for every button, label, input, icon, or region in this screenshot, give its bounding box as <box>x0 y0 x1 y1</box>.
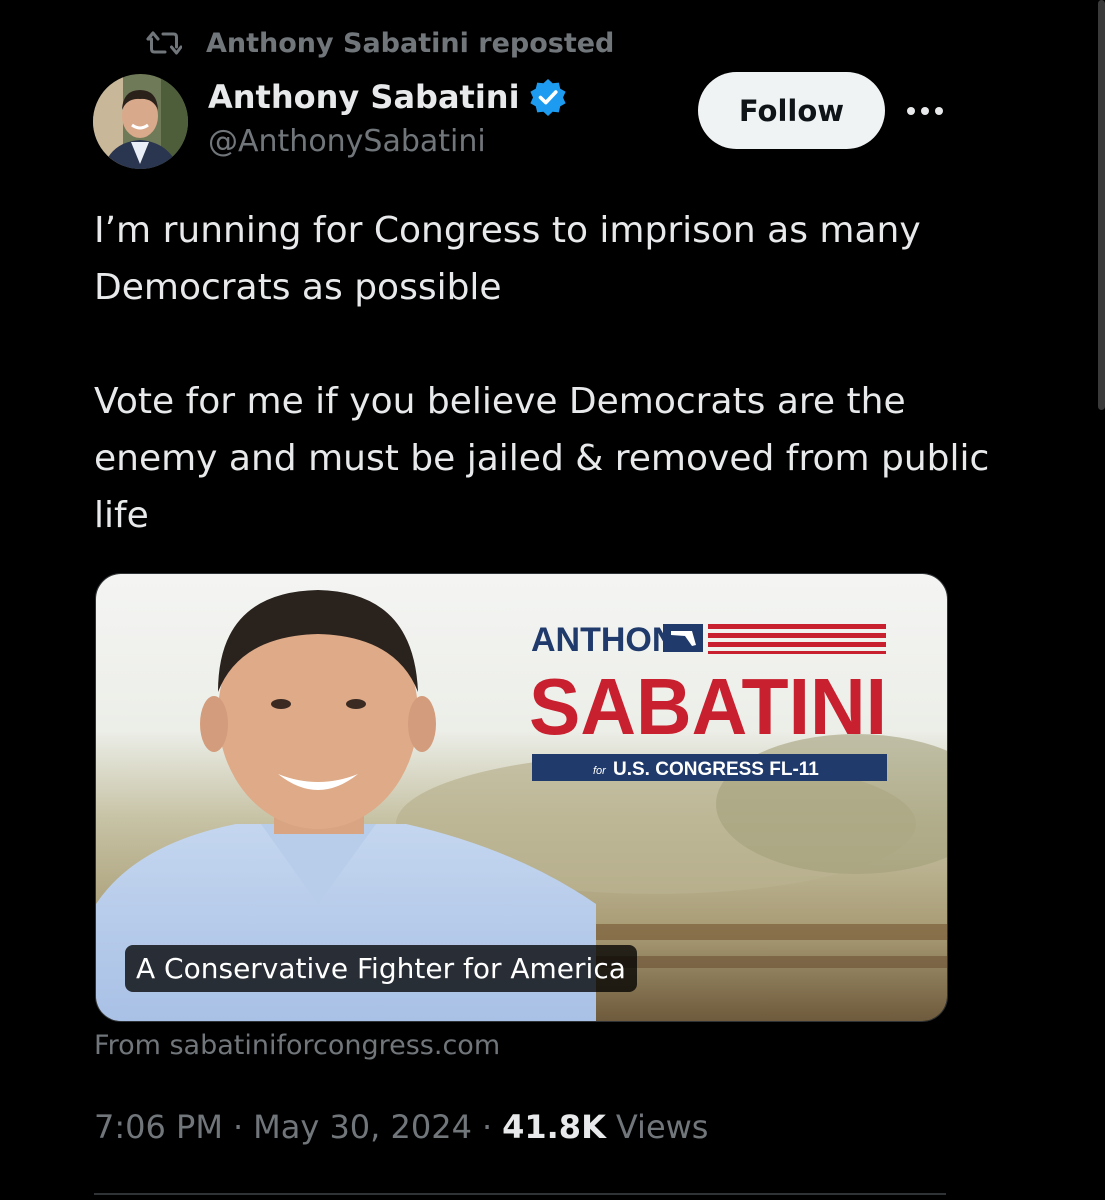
link-card[interactable]: ANTHONY SABATINI for U.S. CONGRESS FL-11… <box>95 573 948 1022</box>
views-count[interactable]: 41.8K <box>502 1108 606 1146</box>
tweet-time[interactable]: 7:06 PM <box>94 1108 223 1146</box>
tweet-paragraph-1: I’m running for Congress to imprison as … <box>94 210 921 308</box>
logo-office: U.S. CONGRESS FL-11 <box>613 759 819 780</box>
divider <box>94 1193 946 1195</box>
meta-separator: · <box>481 1108 493 1146</box>
tweet-body: I’m running for Congress to imprison as … <box>94 202 994 544</box>
scrollbar[interactable] <box>1098 0 1105 410</box>
repost-icon <box>146 28 184 58</box>
verified-badge-icon[interactable] <box>528 77 568 117</box>
repost-indicator[interactable]: Anthony Sabatini reposted <box>146 24 614 62</box>
tweet-meta: 7:06 PM · May 30, 2024 · 41.8K Views <box>94 1108 708 1146</box>
display-name[interactable]: Anthony Sabatini <box>208 78 520 116</box>
tweet-paragraph-2: Vote for me if you believe Democrats are… <box>94 381 990 536</box>
tweet-date[interactable]: May 30, 2024 <box>253 1108 472 1146</box>
logo-last-name: SABATINI <box>529 662 887 751</box>
follow-button[interactable]: Follow <box>698 72 885 149</box>
link-card-source[interactable]: From sabatiniforcongress.com <box>94 1030 500 1061</box>
avatar[interactable] <box>93 74 188 169</box>
author-info[interactable]: Anthony Sabatini @AnthonySabatini <box>208 74 568 159</box>
user-handle[interactable]: @AnthonySabatini <box>208 124 568 159</box>
repost-text: Anthony Sabatini reposted <box>206 27 615 59</box>
views-label: Views <box>615 1108 709 1146</box>
link-card-title[interactable]: A Conservative Fighter for America <box>125 945 637 992</box>
more-icon[interactable] <box>904 96 946 126</box>
logo-for-text: for <box>593 765 607 777</box>
meta-separator: · <box>232 1108 244 1146</box>
